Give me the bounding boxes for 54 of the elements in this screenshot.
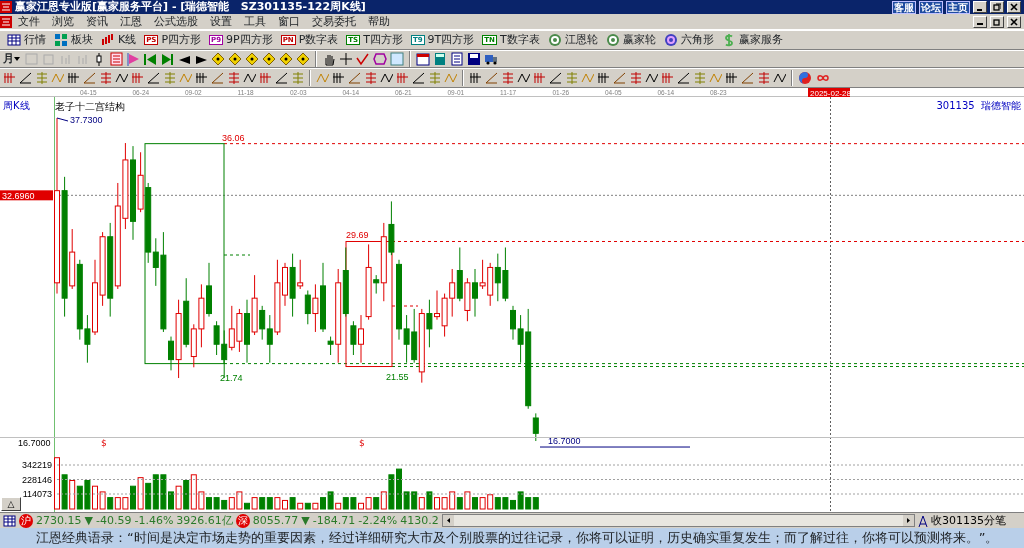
study-title: 老子十二宫结构 xyxy=(55,101,125,112)
index-change: -184.71 xyxy=(312,512,356,529)
price-label: 21.55 xyxy=(386,371,409,382)
index-percent: -2.24% xyxy=(358,512,398,529)
menu-item[interactable]: 浏览 xyxy=(46,13,80,30)
toolbar-button[interactable]: 行情 xyxy=(3,31,50,49)
menu-item[interactable]: 交易委托 xyxy=(306,13,362,30)
down-arrow-icon: ▼ xyxy=(84,512,93,529)
status-text: 收301135分笔 xyxy=(931,512,1007,529)
index-percent: -1.46% xyxy=(134,512,174,529)
quote-text: 江恩经典语录：“时间是决定市场走势的重要因素，经过详细研究大市及个别股票的过往记录，你将可以证明，历史确实重复发生；而了解过往，你将可以预测将来。”。 xyxy=(0,528,1024,548)
index-value: 2730.15 xyxy=(36,512,82,529)
axis-label: 114073 xyxy=(22,489,52,499)
menu-item[interactable]: 帮助 xyxy=(362,13,396,30)
menu-item[interactable]: 文件 xyxy=(12,13,46,30)
down-arrow-icon: ▼ xyxy=(301,512,310,529)
menu-item[interactable]: 公式选股 xyxy=(148,13,204,30)
index-amount: 4130.2 xyxy=(400,512,439,529)
dividend-marker: $ xyxy=(101,438,107,448)
dividend-marker: $ xyxy=(359,438,365,448)
menu-item[interactable]: 窗口 xyxy=(272,13,306,30)
title-link[interactable]: 主页 xyxy=(946,0,970,14)
title-link[interactable]: 客服 xyxy=(892,0,916,14)
menu-item[interactable]: 资讯 xyxy=(80,13,114,30)
window-title: 赢家江恩专业版[赢家服务平台] - [瑞德智能 SZ301135-122周K线] xyxy=(15,0,367,14)
menu-item[interactable]: 工具 xyxy=(238,13,272,30)
period-dropdown[interactable]: 月 xyxy=(3,50,21,68)
axis-label: 228146 xyxy=(21,474,52,485)
toggle-button[interactable]: △ xyxy=(1,497,21,511)
index-badge: 沪 xyxy=(19,513,33,528)
axis-label: 342219 xyxy=(21,460,52,470)
price-label: 29.69 xyxy=(346,230,369,241)
title-link[interactable]: 论坛 xyxy=(919,0,943,14)
menu-item[interactable]: 江恩 xyxy=(114,13,148,30)
index-badge: 深 xyxy=(235,513,250,528)
menu-item[interactable]: 设置 xyxy=(204,13,238,30)
price-label: 37.7300 xyxy=(70,115,103,125)
toolbar-button[interactable]: 赢家轮 xyxy=(601,31,660,49)
index-value: 8055.77 xyxy=(252,512,299,529)
toolbar-button[interactable]: 六角形 xyxy=(659,31,718,49)
price-label: 21.74 xyxy=(220,372,243,383)
toolbar-button[interactable]: 板块 xyxy=(50,31,97,49)
toolbar-button[interactable]: K线 xyxy=(97,31,141,49)
toolbar-button[interactable]: 赢家服务 xyxy=(717,31,787,49)
cursor-date-label: 2025-02-28 xyxy=(808,88,851,98)
period-label: 周K线 xyxy=(3,100,30,111)
axis-label: 16.7000 xyxy=(18,438,51,448)
stock-name: 301135 瑞德智能 xyxy=(936,100,1021,111)
toolbar-button[interactable]: 江恩轮 xyxy=(543,31,602,49)
price-label: 16.7000 xyxy=(548,436,581,446)
index-amount: 3926.61亿 xyxy=(176,512,233,529)
price-label: 36.06 xyxy=(222,132,245,143)
index-change: -40.59 xyxy=(95,512,132,529)
cursor-price-label: 32.6960 xyxy=(0,190,53,202)
